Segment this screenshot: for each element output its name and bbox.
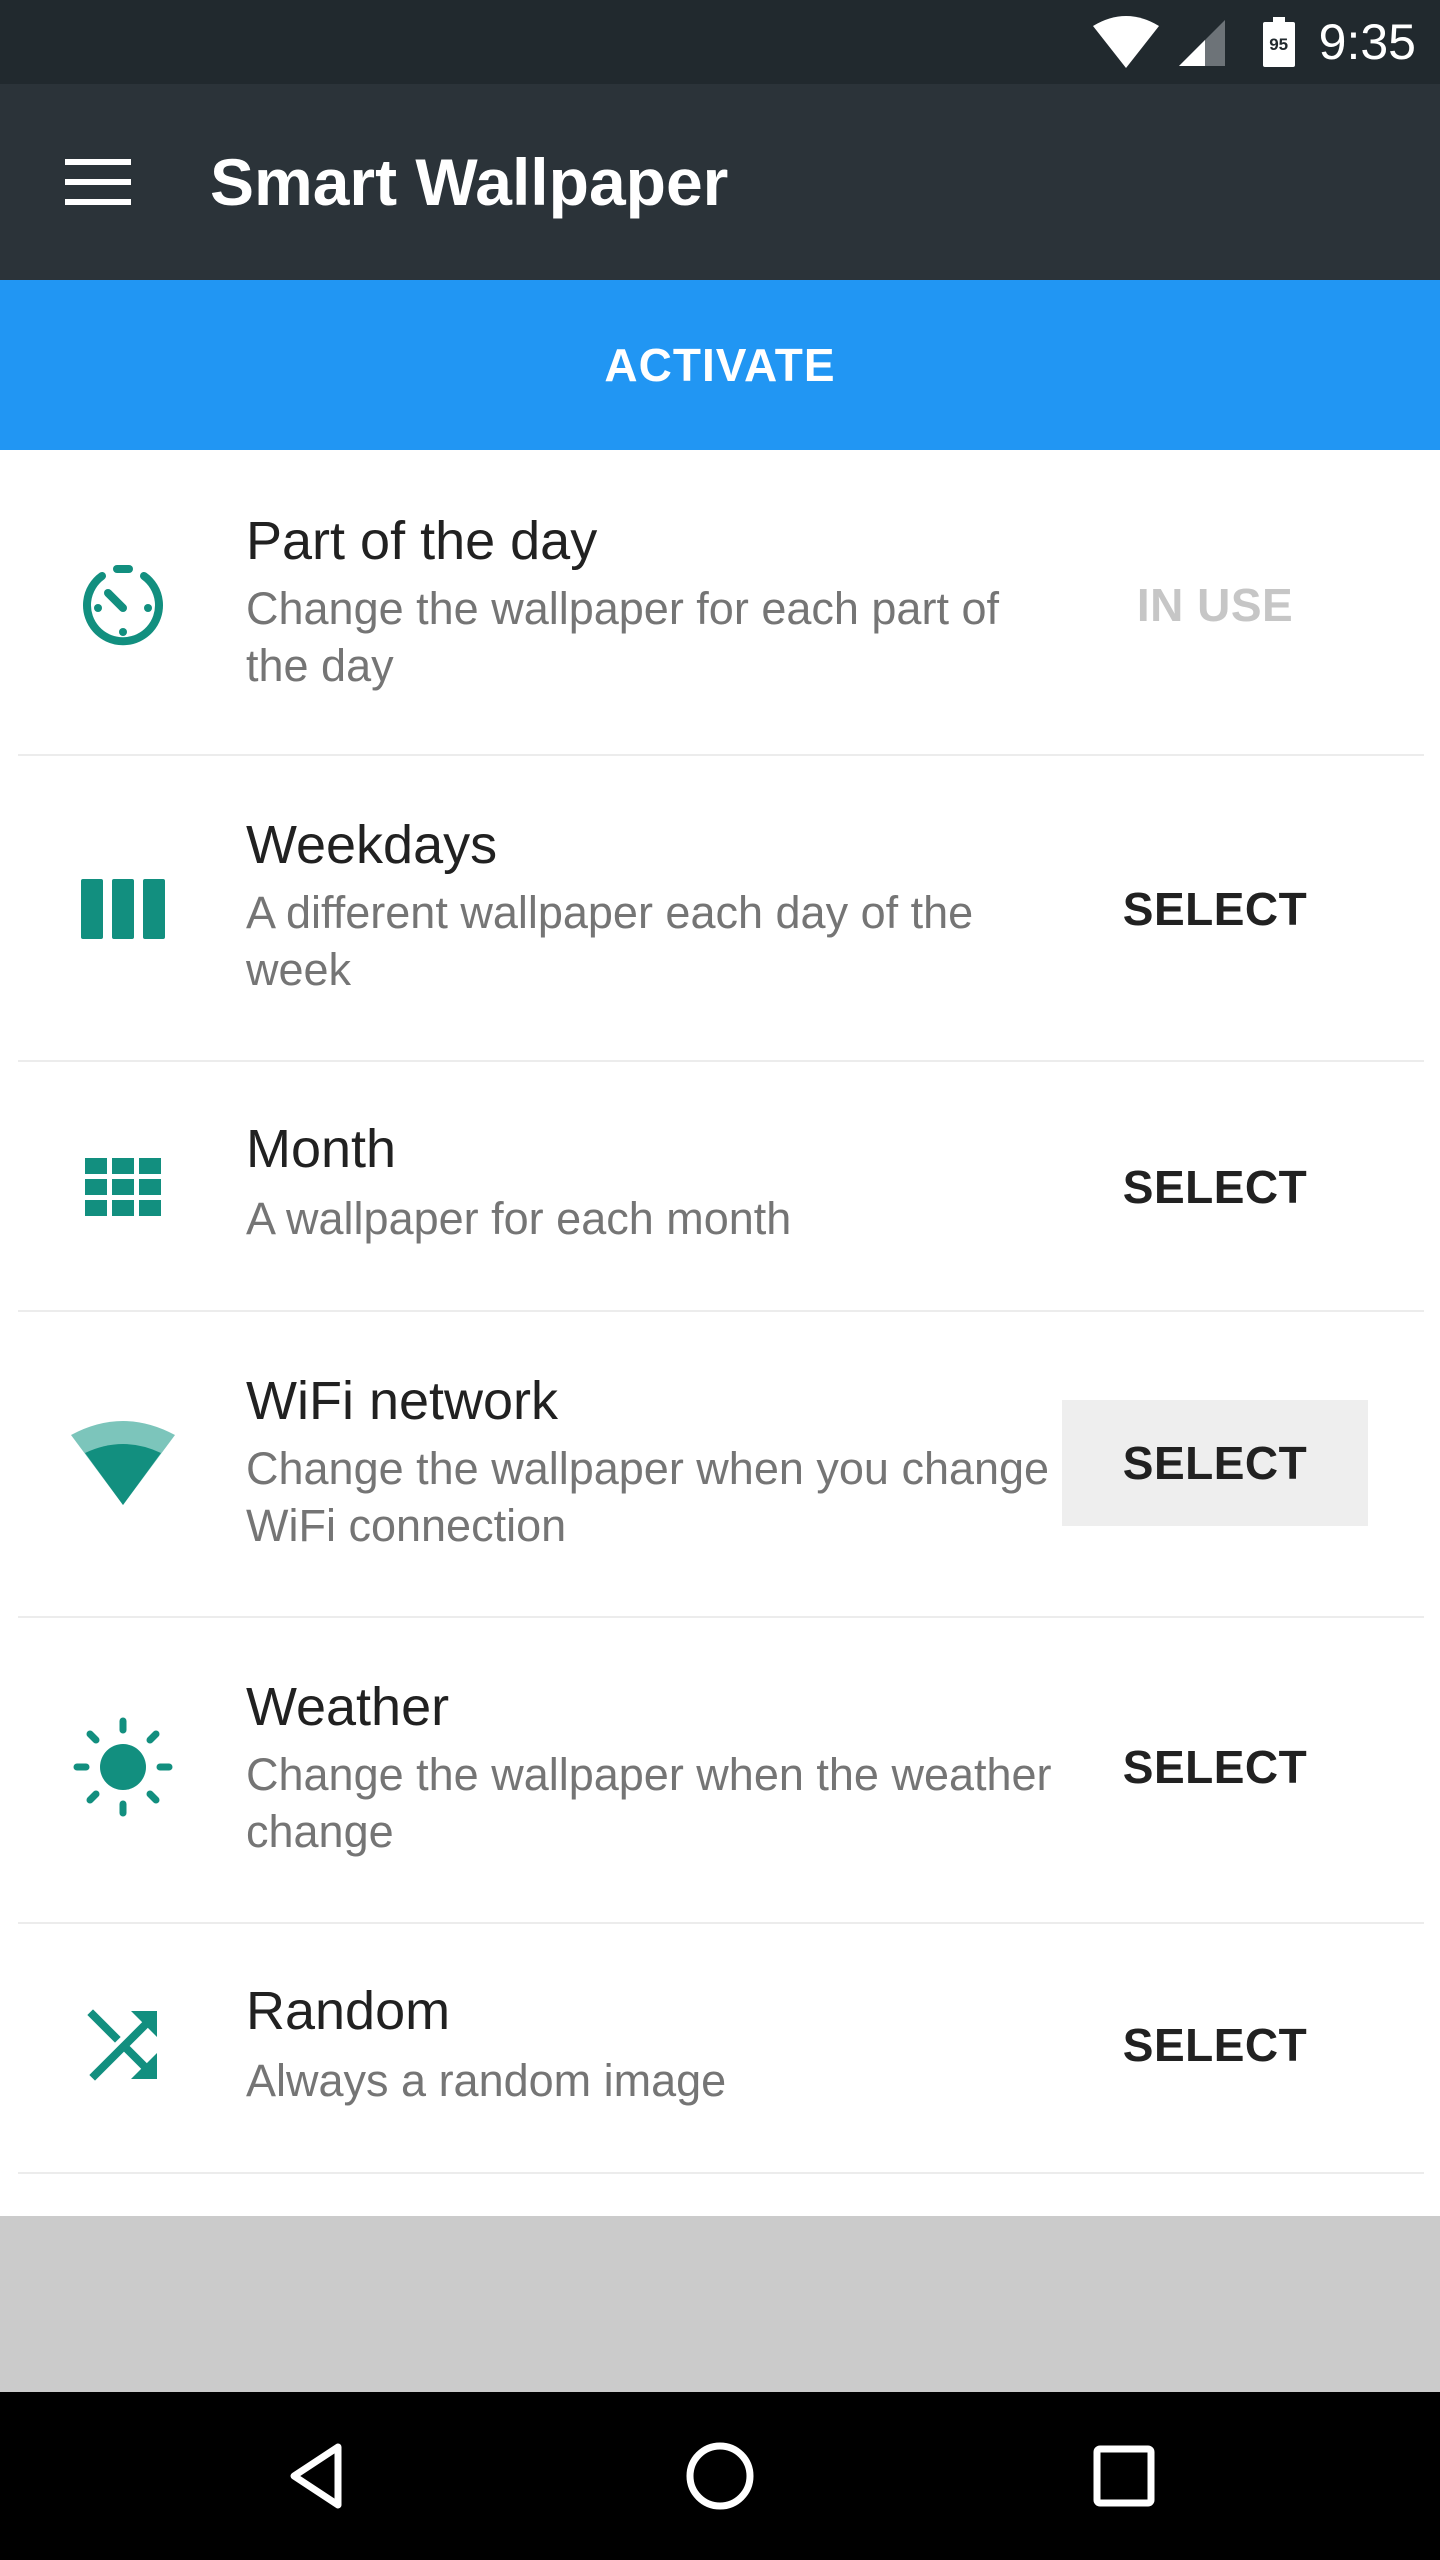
select-button-weather[interactable]: SELECT [1062, 1704, 1368, 1830]
select-button-random[interactable]: SELECT [1062, 1982, 1368, 2108]
weekdays-icon [60, 846, 186, 972]
home-icon [686, 2442, 754, 2510]
mode-title: Part of the day [246, 511, 598, 571]
in-use-label: IN USE [1136, 579, 1294, 631]
status-icons: 95 9:35 [1092, 0, 1416, 84]
menu-button[interactable] [40, 134, 156, 230]
select-button-weekdays[interactable]: SELECT [1062, 846, 1368, 972]
mode-list: Part of the day Change the wallpaper for… [0, 450, 1440, 2174]
mode-subtitle: Always a random image [246, 2055, 727, 2106]
mode-item-month[interactable]: Month A wallpaper for each month SELECT [0, 1062, 1440, 1312]
bottom-panel [0, 2216, 1440, 2392]
mode-item-wifi-network[interactable]: WiFi network Change the wallpaper when y… [0, 1312, 1440, 1618]
select-button-wifi[interactable]: SELECT [1062, 1400, 1368, 1526]
battery-level: 95 [1269, 34, 1289, 54]
mode-item-part-of-day[interactable]: Part of the day Change the wallpaper for… [0, 450, 1440, 756]
mode-title: Weekdays [246, 815, 498, 875]
recents-icon [1093, 2445, 1155, 2507]
mode-subtitle: Change the wallpaper for each part of th… [246, 583, 999, 691]
home-button[interactable] [650, 2406, 790, 2546]
mode-subtitle: A wallpaper for each month [246, 1193, 792, 1244]
month-grid-icon [60, 1124, 186, 1250]
mode-title: Random [246, 1981, 451, 2041]
shuffle-icon [60, 1982, 186, 2108]
mode-title: WiFi network [246, 1371, 559, 1431]
mode-item-random[interactable]: Random Always a random image SELECT [0, 1924, 1440, 2174]
weather-sun-icon [60, 1704, 186, 1830]
mode-subtitle: Change the wallpaper when the weather ch… [246, 1749, 1052, 1857]
mode-item-weekdays[interactable]: Weekdays A different wallpaper each day … [0, 756, 1440, 1062]
part-of-day-icon [60, 542, 186, 668]
wifi-network-icon [60, 1400, 186, 1526]
hamburger-menu-icon [65, 159, 131, 205]
back-button[interactable] [246, 2406, 386, 2546]
navigation-bar [0, 2392, 1440, 2560]
mode-subtitle: Change the wallpaper when you change WiF… [246, 1443, 1050, 1551]
wifi-icon [1092, 16, 1159, 68]
mode-title: Weather [246, 1677, 450, 1737]
select-button-month[interactable]: SELECT [1062, 1124, 1368, 1250]
activate-button[interactable]: ACTIVATE [0, 280, 1440, 450]
status-bar: 95 9:35 [0, 0, 1440, 84]
back-icon [290, 2443, 342, 2509]
cell-signal-icon [1178, 20, 1225, 66]
app-bar: Smart Wallpaper [0, 84, 1440, 280]
mode-title: Month [246, 1119, 397, 1179]
status-time: 9:35 [1318, 14, 1416, 70]
mode-subtitle: A different wallpaper each day of the we… [246, 887, 974, 995]
mode-item-weather[interactable]: Weather Change the wallpaper when the we… [0, 1618, 1440, 1924]
battery-icon: 95 [1262, 17, 1295, 67]
app-title: Smart Wallpaper [210, 145, 729, 219]
recents-button[interactable] [1054, 2406, 1194, 2546]
